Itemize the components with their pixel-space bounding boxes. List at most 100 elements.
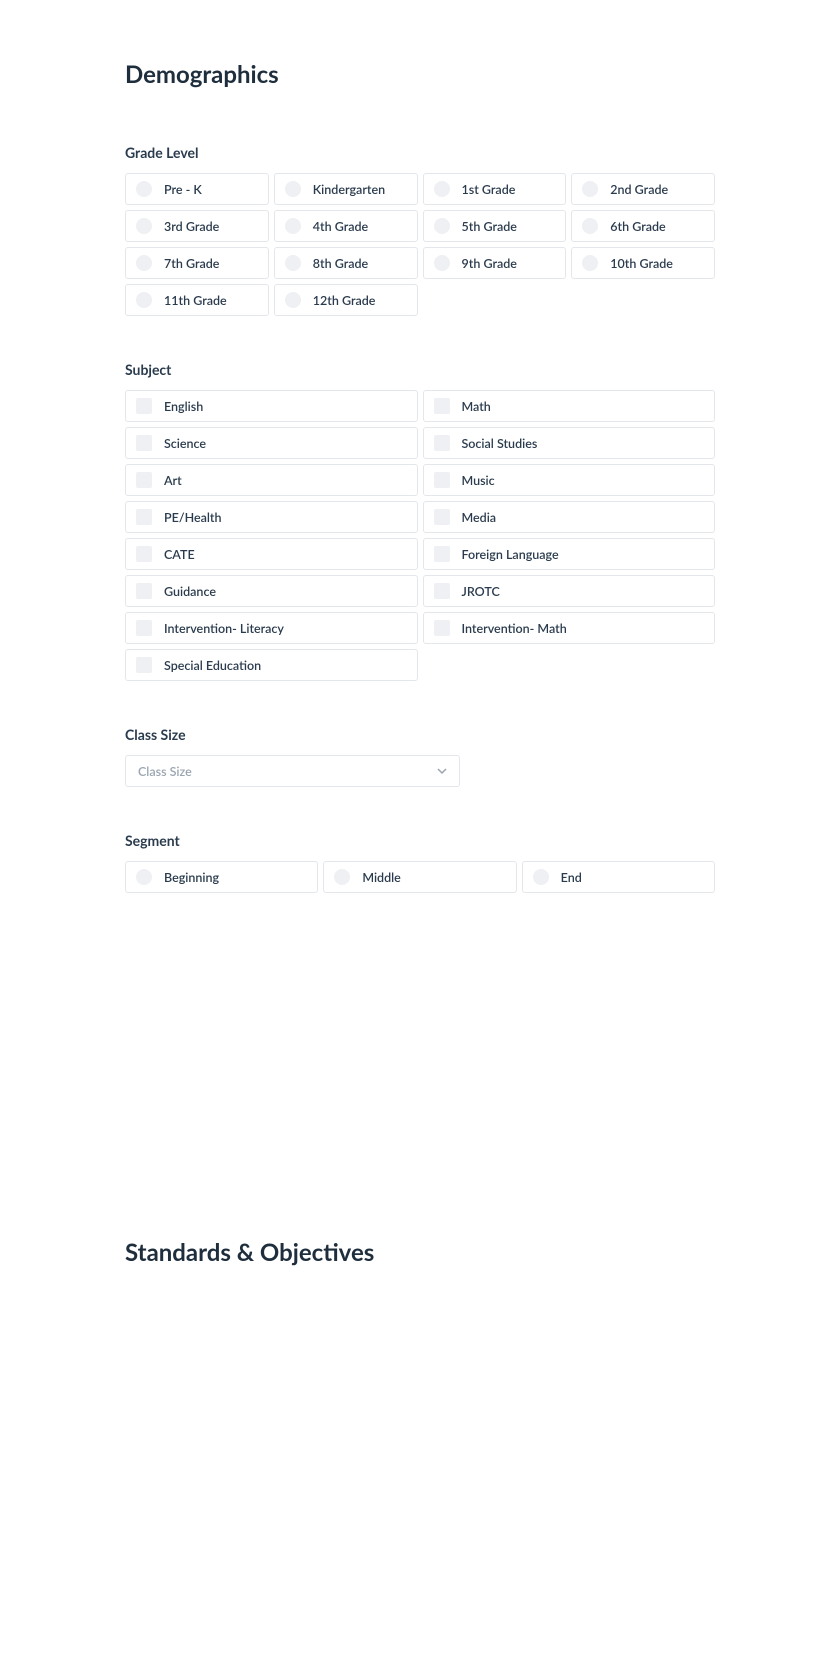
grade-level-section: Grade Level Pre - K Kindergarten 1st Grade… [125,144,715,316]
checkbox-icon [434,509,450,525]
checkbox-icon [136,398,152,414]
subject-option-label: Social Studies [462,436,538,451]
radio-icon [434,255,450,271]
grade-option-label: 7th Grade [164,256,219,271]
subject-option-label: Math [462,399,491,414]
segment-option-label: Beginning [164,870,219,885]
subject-option-label: Music [462,473,495,488]
radio-icon [285,181,301,197]
grade-option-label: 9th Grade [462,256,517,271]
grade-option[interactable]: 4th Grade [274,210,418,242]
subject-option-label: Foreign Language [462,547,559,562]
segment-section: Segment Beginning Middle End [125,832,715,893]
subject-option[interactable]: JROTC [423,575,716,607]
radio-icon [136,255,152,271]
subject-option-label: Intervention- Literacy [164,621,284,636]
radio-icon [136,292,152,308]
subject-option[interactable]: Math [423,390,716,422]
checkbox-icon [434,472,450,488]
segment-option-label: Middle [362,870,400,885]
subject-option[interactable]: English [125,390,418,422]
subject-option[interactable]: Guidance [125,575,418,607]
grade-option-label: 11th Grade [164,293,227,308]
grade-option-label: 5th Grade [462,219,517,234]
grade-option[interactable]: 11th Grade [125,284,269,316]
checkbox-icon [136,509,152,525]
radio-icon [334,869,350,885]
subject-section: Subject English Math Science Social Studies… [125,361,715,681]
checkbox-icon [434,620,450,636]
grade-option-label: Kindergarten [313,182,385,197]
subject-option-label: PE/Health [164,510,222,525]
radio-icon [533,869,549,885]
subject-grid: English Math Science Social Studies Art Music… [125,390,715,681]
checkbox-icon [136,435,152,451]
subject-option-label: JROTC [462,584,500,599]
grade-option-label: 3rd Grade [164,219,219,234]
segment-option[interactable]: Middle [323,861,516,893]
grade-option[interactable]: 2nd Grade [571,173,715,205]
subject-option[interactable]: Intervention- Literacy [125,612,418,644]
subject-option[interactable]: Science [125,427,418,459]
class-size-select[interactable]: Class Size [125,755,460,787]
grade-level-grid: Pre - K Kindergarten 1st Grade 2nd Grade 3rd… [125,173,715,316]
grade-option[interactable]: 9th Grade [423,247,567,279]
subject-option[interactable]: PE/Health [125,501,418,533]
grade-option[interactable]: Kindergarten [274,173,418,205]
checkbox-icon [136,620,152,636]
subject-option-label: Art [164,473,182,488]
grade-level-heading: Grade Level [125,144,715,161]
radio-icon [582,181,598,197]
checkbox-icon [136,583,152,599]
subject-option[interactable]: CATE [125,538,418,570]
class-size-heading: Class Size [125,726,715,743]
subject-option-label: Guidance [164,584,216,599]
radio-icon [285,255,301,271]
subject-option[interactable]: Music [423,464,716,496]
radio-icon [136,218,152,234]
radio-icon [434,181,450,197]
segment-option[interactable]: End [522,861,715,893]
subject-option-label: Special Education [164,658,261,673]
grade-option[interactable]: 3rd Grade [125,210,269,242]
page-title: Demographics [125,60,715,89]
subject-option-label: Media [462,510,497,525]
subject-option[interactable]: Social Studies [423,427,716,459]
subject-option[interactable]: Foreign Language [423,538,716,570]
subject-option[interactable]: Art [125,464,418,496]
subject-heading: Subject [125,361,715,378]
grade-option-label: 2nd Grade [610,182,668,197]
segment-option[interactable]: Beginning [125,861,318,893]
grade-option[interactable]: 6th Grade [571,210,715,242]
grade-option[interactable]: 10th Grade [571,247,715,279]
subject-option-label: English [164,399,203,414]
checkbox-icon [434,398,450,414]
checkbox-icon [434,435,450,451]
radio-icon [285,218,301,234]
segment-heading: Segment [125,832,715,849]
radio-icon [136,869,152,885]
radio-icon [136,181,152,197]
segment-option-label: End [561,870,582,885]
subject-option[interactable]: Intervention- Math [423,612,716,644]
radio-icon [285,292,301,308]
subject-option[interactable]: Media [423,501,716,533]
checkbox-icon [136,657,152,673]
grade-option-label: 10th Grade [610,256,673,271]
subject-option[interactable]: Special Education [125,649,418,681]
radio-icon [582,255,598,271]
grade-option[interactable]: 12th Grade [274,284,418,316]
grade-option[interactable]: 8th Grade [274,247,418,279]
grade-option-label: Pre - K [164,182,202,197]
subject-option-label: Science [164,436,206,451]
grade-option[interactable]: Pre - K [125,173,269,205]
grade-option[interactable]: 5th Grade [423,210,567,242]
grade-option[interactable]: 1st Grade [423,173,567,205]
grade-option-label: 8th Grade [313,256,368,271]
segment-grid: Beginning Middle End [125,861,715,893]
grade-option[interactable]: 7th Grade [125,247,269,279]
subject-option-label: Intervention- Math [462,621,567,636]
grade-option-label: 6th Grade [610,219,665,234]
radio-icon [434,218,450,234]
class-size-placeholder: Class Size [138,764,192,779]
